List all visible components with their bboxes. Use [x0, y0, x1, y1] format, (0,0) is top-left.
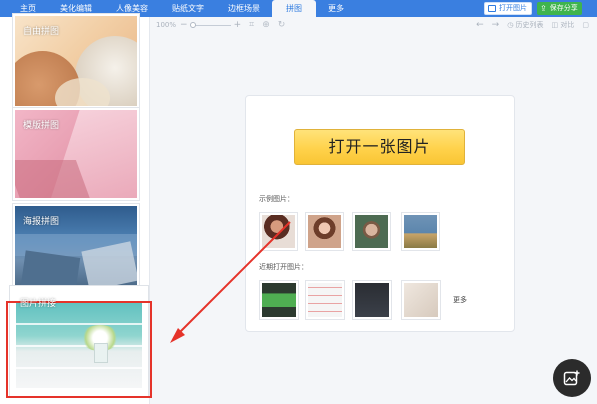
poster-collage-label: 海报拼图	[23, 217, 60, 227]
image-stitch-label: 图片拼接	[20, 299, 57, 309]
save-share-button[interactable]: ⇪ 保存分享	[537, 2, 582, 15]
magnify-icon[interactable]: ⊕	[262, 20, 270, 30]
free-collage-label: 自由拼图	[23, 27, 60, 37]
free-collage-card[interactable]: 自由拼图	[12, 13, 140, 109]
template-collage-label: 模版拼图	[23, 121, 60, 131]
tab-frame-scene[interactable]: 边框场景	[216, 0, 272, 17]
zoom-level: 100%	[156, 21, 177, 29]
crop-icon[interactable]: ⌗	[249, 20, 254, 30]
image-stitch-thumbnail	[16, 301, 142, 388]
history-list-label: 历史列表	[515, 21, 544, 29]
open-image-label: 打开图片	[499, 4, 527, 12]
open-image-button[interactable]: 打开图片	[484, 2, 532, 15]
rotate-icon[interactable]: ↻	[278, 20, 286, 30]
sample-images-label: 示例图片：	[259, 195, 294, 203]
zoom-slider-knob[interactable]	[189, 21, 196, 28]
sample-image[interactable]	[352, 212, 391, 251]
save-share-label: 保存分享	[549, 4, 578, 12]
history-list-button[interactable]: ◷ 历史列表	[507, 20, 543, 30]
zoom-out-icon[interactable]: −	[180, 20, 188, 30]
compare-label: 对比	[560, 21, 575, 29]
open-one-image-button[interactable]: 打开一张图片	[294, 129, 465, 165]
tab-more[interactable]: 更多	[316, 0, 356, 17]
recent-image[interactable]	[401, 280, 441, 320]
undo-icon[interactable]: ←	[476, 20, 484, 30]
more-recent-link[interactable]: 更多	[453, 295, 467, 305]
canvas-toolbar: 100% − + ⌗ ⊕ ↻ ← → ◷ 历史列表 ◫ 对比 ▢	[150, 17, 597, 33]
sample-image[interactable]	[259, 212, 298, 251]
compare-button[interactable]: ◫ 对比	[552, 20, 575, 30]
sample-image[interactable]	[305, 212, 344, 251]
share-icon: ⇪	[540, 4, 547, 13]
add-image-fab[interactable]	[553, 359, 591, 397]
zoom-in-icon[interactable]: +	[234, 20, 242, 30]
tab-collage[interactable]: 拼图	[272, 0, 316, 17]
sample-image[interactable]	[401, 212, 440, 251]
recent-images-label: 近期打开图片：	[259, 263, 308, 271]
history-tools: ← → ◷ 历史列表 ◫ 对比 ▢	[476, 17, 589, 33]
template-collage-card[interactable]: 模版拼图	[12, 107, 140, 201]
zoom-slider[interactable]	[189, 21, 231, 28]
open-image-panel: 打开一张图片 示例图片： 近期打开图片： 更多	[245, 95, 515, 332]
tab-sticker-text[interactable]: 贴纸文字	[160, 0, 216, 17]
image-icon	[488, 5, 496, 12]
original-size-icon[interactable]: ▢	[582, 21, 589, 29]
recent-image[interactable]	[259, 280, 299, 320]
add-photo-icon	[563, 370, 580, 386]
recent-image[interactable]	[352, 280, 392, 320]
image-stitch-card[interactable]: 图片拼接	[9, 285, 149, 397]
redo-icon[interactable]: →	[492, 20, 500, 30]
app-window: { "topbar": { "tabs": [ {"label": "主页"},…	[0, 0, 597, 404]
recent-image[interactable]	[305, 280, 345, 320]
